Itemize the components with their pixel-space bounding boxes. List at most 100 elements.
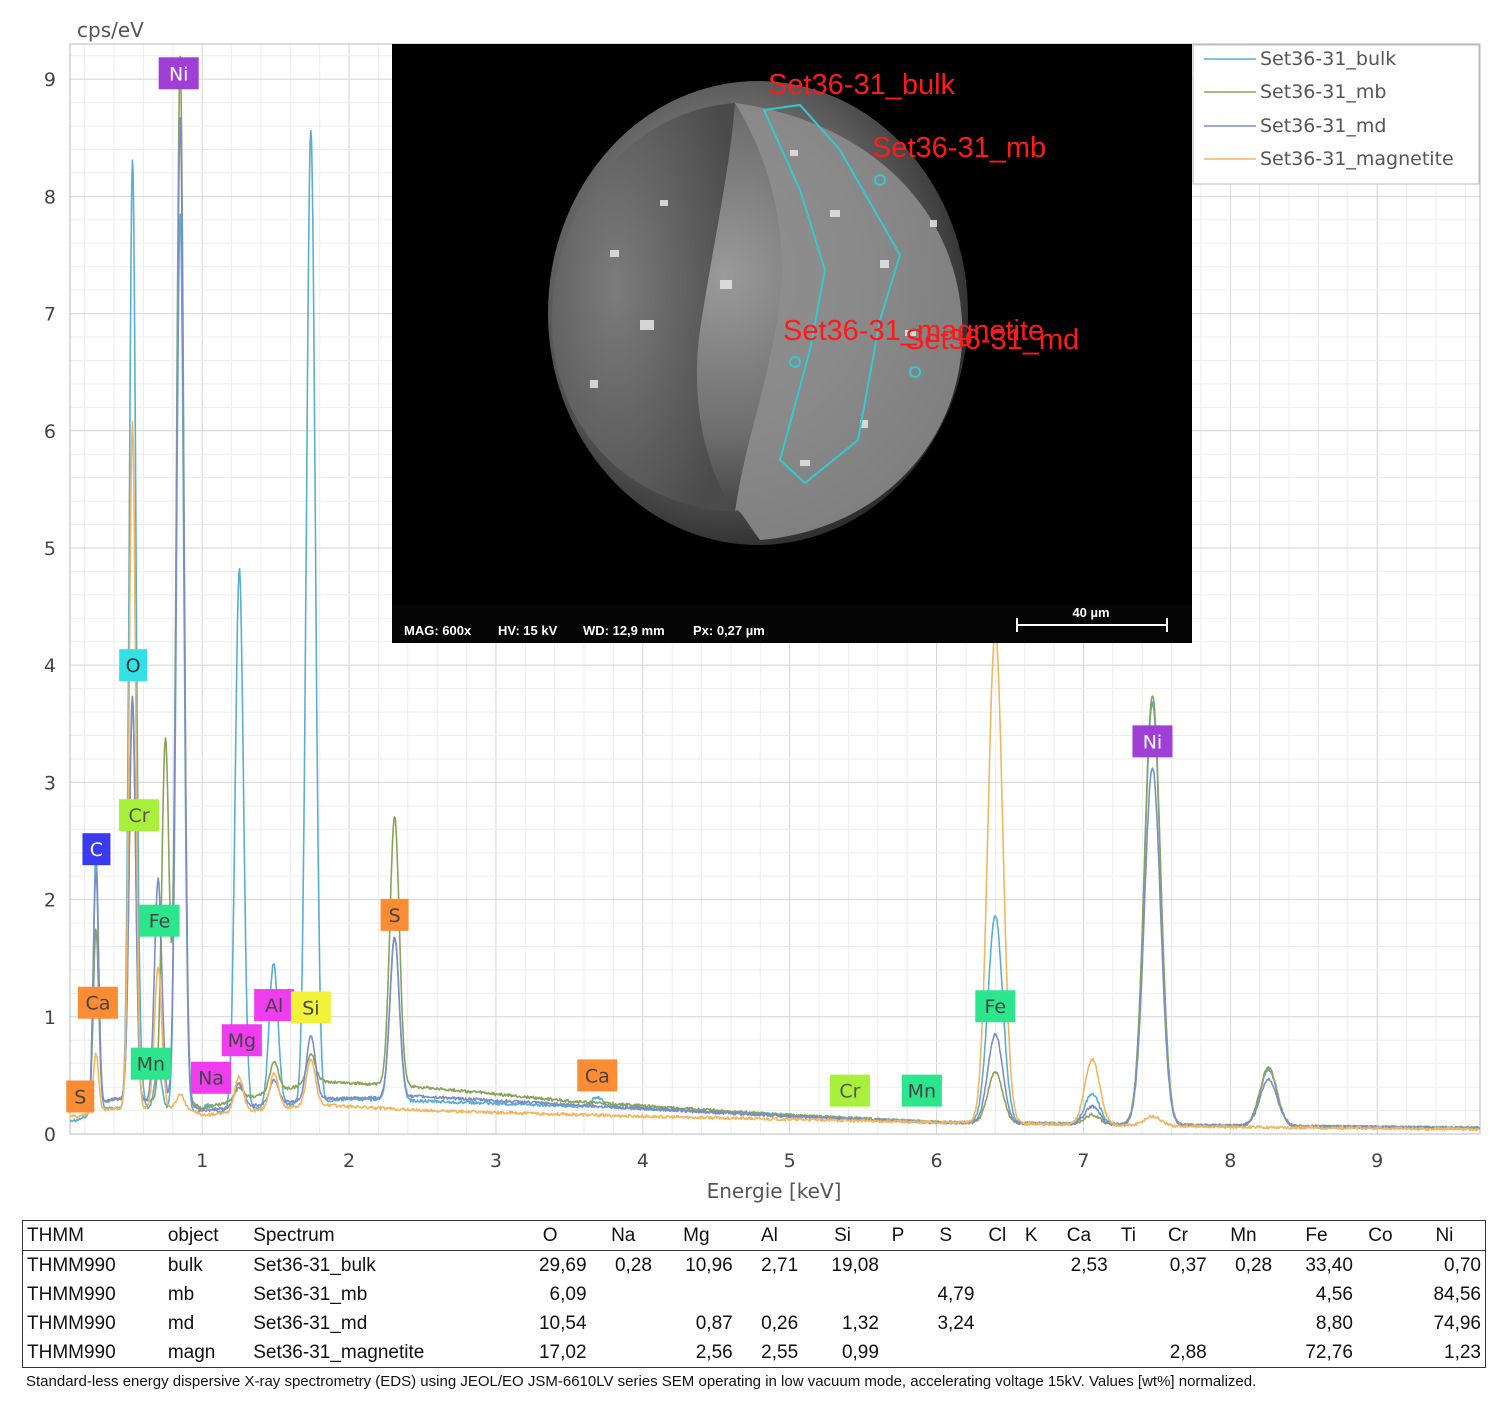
- element-label-s: S: [66, 1080, 95, 1113]
- x-tick-label: 8: [1224, 1150, 1236, 1172]
- table-cell: [1357, 1309, 1404, 1338]
- sem-speck: [660, 200, 668, 206]
- table-cell: [1211, 1280, 1276, 1309]
- table-cell: 0,28: [1235, 1254, 1273, 1276]
- table-header-cell: Spectrum: [249, 1220, 510, 1251]
- table-cell: 6,09: [549, 1283, 587, 1305]
- element-label-text: Ni: [1143, 731, 1163, 753]
- table-cell: Set36-31_md: [253, 1312, 368, 1334]
- y-tick-label: 2: [44, 890, 56, 912]
- sem-speck: [610, 250, 619, 257]
- table-cell: THMM990: [27, 1312, 116, 1334]
- y-tick-label: 5: [44, 538, 56, 560]
- element-label-text: Cr: [839, 1081, 860, 1103]
- table-cell: [1211, 1309, 1276, 1338]
- table-cell: [1357, 1280, 1404, 1309]
- table-cell: [1112, 1251, 1146, 1281]
- table-header-cell: object: [163, 1220, 250, 1251]
- sem-speck: [590, 380, 598, 388]
- table-cell: 3,24: [937, 1312, 975, 1334]
- element-label-text: Si: [302, 997, 319, 1019]
- table-body: THMM990 bulk Set36-31_bulk 29,69 0,28 10,96 2,…: [23, 1251, 1486, 1368]
- element-label-text: Fe: [149, 911, 171, 933]
- table-cell: 2,88: [1169, 1341, 1207, 1363]
- sem-speck: [640, 320, 654, 330]
- table-row: THMM990 mb Set36-31_mb 6,09 4,79 4,56 84,56: [23, 1280, 1486, 1309]
- table-cell: [1016, 1338, 1046, 1368]
- table-cell: [1046, 1309, 1111, 1338]
- element-label-mg: Mg: [221, 1024, 262, 1057]
- table-cell: [656, 1280, 737, 1309]
- table-header-cell: Cr: [1145, 1220, 1211, 1251]
- sem-label-bulk: Set36-31_bulk: [768, 69, 956, 101]
- y-tick-label: 4: [44, 655, 56, 677]
- table-cell: [978, 1251, 1016, 1281]
- table-cell: 10,96: [685, 1254, 733, 1276]
- y-tick-label: 3: [44, 772, 56, 794]
- table-cell: [1357, 1338, 1404, 1368]
- table-cell: 1,23: [1444, 1341, 1481, 1363]
- y-tick-labels: 0 1 2 3 4 5 6 7 8 9: [44, 69, 56, 1146]
- x-tick-label: 2: [343, 1150, 355, 1172]
- table-cell: 0,28: [614, 1254, 652, 1276]
- table-header-cell: Mg: [655, 1220, 737, 1251]
- table-cell: 0,99: [841, 1341, 879, 1363]
- table-cell: 74,96: [1433, 1312, 1481, 1334]
- table-cell: 4,56: [1315, 1283, 1353, 1305]
- table-cell: [978, 1280, 1016, 1309]
- table-cell: [591, 1338, 656, 1368]
- table-cell: 1,32: [841, 1312, 879, 1334]
- table-cell: [1145, 1280, 1210, 1309]
- x-tick-label: 7: [1077, 1150, 1089, 1172]
- table-cell: 0,87: [695, 1312, 733, 1334]
- element-label-text: C: [90, 839, 103, 861]
- table-cell: Set36-31_mb: [253, 1283, 368, 1305]
- composition-table: THMM object Spectrum O Na Mg Al Si P S Cl K Ca Ti Cr Mn…: [22, 1220, 1486, 1368]
- table-cell: [1357, 1251, 1404, 1281]
- table-header-cell: S: [913, 1220, 979, 1251]
- table-cell: 2,55: [761, 1341, 799, 1363]
- element-label-text: Al: [265, 995, 283, 1017]
- element-label-o: O: [119, 649, 148, 682]
- table-cell: 2,53: [1070, 1254, 1108, 1276]
- element-label-fe: Fe: [975, 990, 1016, 1023]
- table-cell: 0,37: [1169, 1254, 1207, 1276]
- element-label-ca: Ca: [77, 986, 118, 1019]
- table-cell: 8,80: [1315, 1312, 1353, 1334]
- table-header-cell: Ca: [1046, 1220, 1112, 1251]
- element-label-text: Ca: [585, 1065, 610, 1087]
- table-cell: md: [167, 1312, 195, 1334]
- table-cell: bulk: [167, 1254, 203, 1276]
- element-label-al: Al: [254, 989, 295, 1022]
- sem-speck: [930, 220, 937, 227]
- table-cell: 4,79: [937, 1283, 975, 1305]
- x-axis-label: Energie [keV]: [707, 1179, 842, 1203]
- y-tick-label: 9: [44, 69, 56, 91]
- sem-speck: [720, 280, 732, 289]
- element-label-c: C: [82, 833, 111, 866]
- element-label-text: S: [389, 905, 401, 927]
- sem-speck: [880, 260, 889, 268]
- table-cell: [978, 1309, 1016, 1338]
- sem-speck: [800, 460, 810, 466]
- table-cell: THMM990: [27, 1254, 116, 1276]
- table-cell: magn: [167, 1341, 216, 1363]
- table-cell: [883, 1251, 913, 1281]
- table-cell: [883, 1280, 913, 1309]
- element-label-cr: Cr: [829, 1074, 870, 1107]
- table-header-cell: Mn: [1210, 1220, 1277, 1251]
- sem-info-mag: MAG: 600x: [404, 623, 472, 638]
- element-label-text: S: [74, 1086, 86, 1108]
- x-tick-label: 4: [637, 1150, 649, 1172]
- element-label-text: Mn: [908, 1081, 936, 1103]
- table-cell: THMM990: [27, 1283, 116, 1305]
- element-label-mn: Mn: [130, 1047, 171, 1080]
- table-cell: [1016, 1251, 1046, 1281]
- table-cell: 29,69: [538, 1254, 587, 1276]
- element-label-text: Mg: [228, 1030, 256, 1052]
- table-cell: [591, 1309, 656, 1338]
- table-cell: 84,56: [1433, 1283, 1481, 1305]
- table-cell: [978, 1338, 1016, 1368]
- table-cell: 2,56: [695, 1341, 733, 1363]
- table-cell: mb: [167, 1283, 195, 1305]
